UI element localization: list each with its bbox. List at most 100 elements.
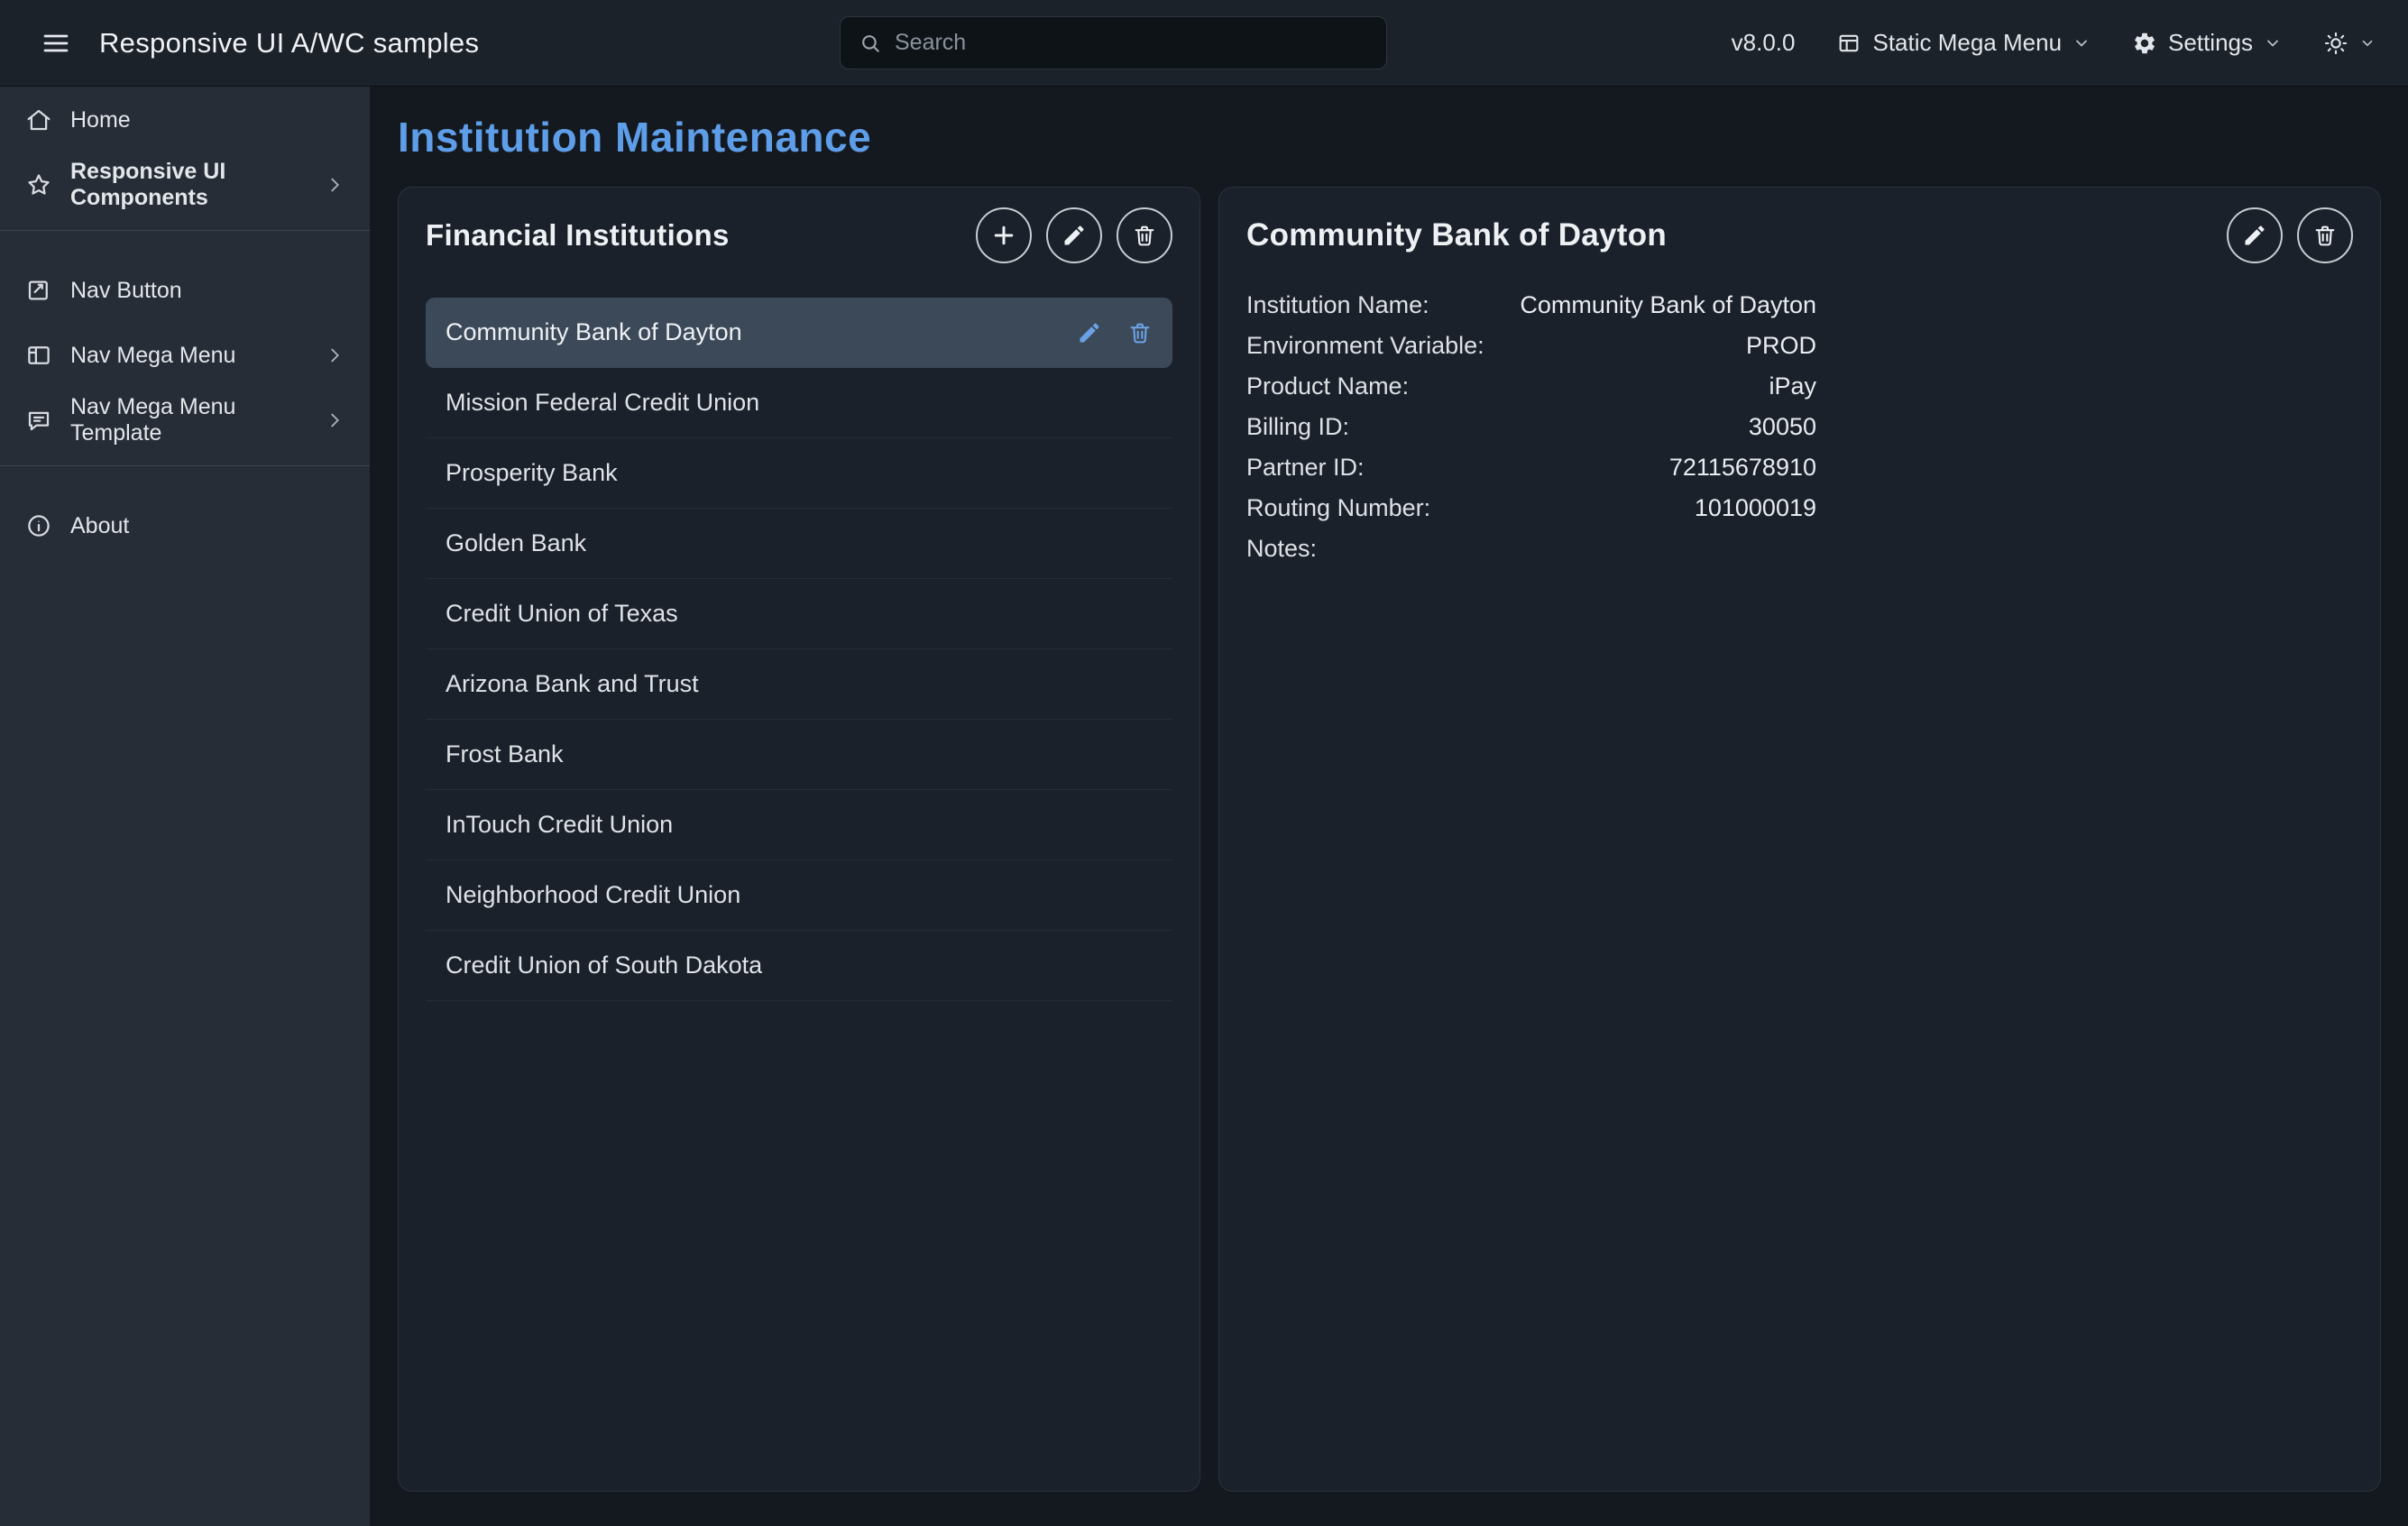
field-label: Partner ID: bbox=[1246, 447, 1484, 488]
sidebar-item-label: Nav Mega Menu bbox=[70, 343, 235, 369]
sidebar-item-label: Nav Mega Menu Template bbox=[70, 394, 307, 446]
search-box[interactable] bbox=[840, 16, 1387, 69]
institution-name: Credit Union of Texas bbox=[446, 600, 678, 628]
delete-row-button[interactable] bbox=[1127, 320, 1153, 345]
delete-detail-button[interactable] bbox=[2297, 207, 2353, 263]
main-content: Institution Maintenance Financial Instit… bbox=[370, 86, 2408, 1526]
card-header: Community Bank of Dayton bbox=[1246, 207, 2353, 263]
chevron-down-icon bbox=[2264, 34, 2282, 52]
list-item[interactable]: Community Bank of Dayton bbox=[426, 298, 1172, 368]
chevron-right-icon bbox=[325, 410, 345, 430]
version-label: v8.0.0 bbox=[1732, 29, 1796, 57]
chevron-down-icon bbox=[2359, 35, 2376, 51]
institution-list: Community Bank of Dayton bbox=[426, 298, 1172, 1001]
institution-name: Mission Federal Credit Union bbox=[446, 389, 759, 417]
field-label: Institution Name: bbox=[1246, 285, 1484, 326]
edit-row-button[interactable] bbox=[1077, 320, 1102, 345]
sidebar: Home Responsive UI Components Nav Button… bbox=[0, 86, 370, 1526]
trash-icon bbox=[1132, 223, 1157, 248]
list-item[interactable]: Credit Union of Texas bbox=[426, 579, 1172, 649]
nav-button-icon bbox=[25, 277, 52, 304]
list-item[interactable]: Prosperity Bank bbox=[426, 438, 1172, 509]
pencil-icon bbox=[1077, 320, 1102, 345]
sun-icon bbox=[2323, 31, 2348, 56]
field-value bbox=[1506, 529, 1816, 569]
detail-fields: Institution Name: Community Bank of Dayt… bbox=[1246, 285, 1816, 569]
sidebar-item-label: Nav Button bbox=[70, 278, 182, 304]
pencil-icon bbox=[2242, 223, 2267, 248]
field-label: Product Name: bbox=[1246, 366, 1484, 407]
sidebar-divider bbox=[0, 465, 370, 466]
financial-institutions-card: Financial Institutions bbox=[398, 187, 1200, 1492]
list-item[interactable]: InTouch Credit Union bbox=[426, 790, 1172, 860]
app-title: Responsive UI A/WC samples bbox=[99, 27, 479, 60]
field-value: iPay bbox=[1506, 366, 1816, 407]
sidebar-divider bbox=[0, 230, 370, 231]
hamburger-menu-button[interactable] bbox=[32, 20, 79, 67]
pencil-icon bbox=[1062, 223, 1087, 248]
institution-name: Prosperity Bank bbox=[446, 459, 618, 487]
field-label: Environment Variable: bbox=[1246, 326, 1484, 366]
sidebar-item-label: Responsive UI Components bbox=[70, 159, 307, 211]
nav-mega-menu-template-icon bbox=[25, 407, 52, 434]
topbar-right: v8.0.0 Static Mega Menu Settings bbox=[1732, 29, 2376, 57]
list-item[interactable]: Frost Bank bbox=[426, 720, 1172, 790]
star-icon bbox=[25, 171, 52, 198]
institution-name: Neighborhood Credit Union bbox=[446, 881, 740, 909]
institution-name: Frost Bank bbox=[446, 740, 564, 768]
sidebar-item-nav-button[interactable]: Nav Button bbox=[0, 258, 370, 323]
home-icon bbox=[25, 106, 52, 133]
topbar: Responsive UI A/WC samples v8.0.0 Static… bbox=[0, 0, 2408, 86]
row-actions bbox=[1077, 320, 1153, 345]
chevron-right-icon bbox=[325, 175, 345, 195]
institution-name: InTouch Credit Union bbox=[446, 811, 673, 839]
trash-icon bbox=[1127, 320, 1153, 345]
field-value: 101000019 bbox=[1506, 488, 1816, 529]
mega-menu-dropdown[interactable]: Static Mega Menu bbox=[1836, 29, 2091, 57]
institution-name: Credit Union of South Dakota bbox=[446, 951, 762, 979]
search-icon bbox=[859, 32, 882, 55]
sidebar-item-label: Home bbox=[70, 107, 131, 133]
edit-detail-button[interactable] bbox=[2227, 207, 2283, 263]
institution-detail-card: Community Bank of Dayton Institut bbox=[1218, 187, 2381, 1492]
cards-row: Financial Institutions bbox=[398, 187, 2381, 1492]
list-item[interactable]: Arizona Bank and Trust bbox=[426, 649, 1172, 720]
hamburger-icon bbox=[41, 29, 70, 58]
field-value: 30050 bbox=[1506, 407, 1816, 447]
chevron-down-icon bbox=[2073, 34, 2091, 52]
field-value: Community Bank of Dayton bbox=[1506, 285, 1816, 326]
search-input[interactable] bbox=[895, 30, 1368, 56]
add-institution-button[interactable] bbox=[976, 207, 1032, 263]
field-value: PROD bbox=[1506, 326, 1816, 366]
list-item[interactable]: Neighborhood Credit Union bbox=[426, 860, 1172, 931]
detail-title: Community Bank of Dayton bbox=[1246, 217, 1667, 253]
institution-name: Community Bank of Dayton bbox=[446, 318, 742, 346]
edit-institution-button[interactable] bbox=[1046, 207, 1102, 263]
sidebar-item-about[interactable]: About bbox=[0, 493, 370, 558]
sidebar-item-nav-mega-menu[interactable]: Nav Mega Menu bbox=[0, 323, 370, 388]
page-title: Institution Maintenance bbox=[398, 113, 2381, 161]
plus-icon bbox=[990, 222, 1017, 249]
settings-dropdown[interactable]: Settings bbox=[2132, 29, 2282, 57]
mega-menu-label: Static Mega Menu bbox=[1872, 29, 2062, 57]
trash-icon bbox=[2312, 223, 2338, 248]
sidebar-item-responsive-ui-components[interactable]: Responsive UI Components bbox=[0, 152, 370, 217]
list-item[interactable]: Credit Union of South Dakota bbox=[426, 931, 1172, 1001]
theme-toggle[interactable] bbox=[2323, 31, 2376, 56]
info-icon bbox=[25, 512, 52, 539]
field-label: Notes: bbox=[1246, 529, 1484, 569]
card-header: Financial Institutions bbox=[426, 207, 1172, 263]
institution-name: Arizona Bank and Trust bbox=[446, 670, 699, 698]
settings-label: Settings bbox=[2168, 29, 2253, 57]
chevron-right-icon bbox=[325, 345, 345, 365]
sidebar-item-home[interactable]: Home bbox=[0, 87, 370, 152]
nav-mega-menu-icon bbox=[25, 342, 52, 369]
field-label: Billing ID: bbox=[1246, 407, 1484, 447]
card-actions bbox=[976, 207, 1172, 263]
list-item[interactable]: Mission Federal Credit Union bbox=[426, 368, 1172, 438]
card-title: Financial Institutions bbox=[426, 218, 730, 253]
delete-institution-button[interactable] bbox=[1117, 207, 1172, 263]
list-item[interactable]: Golden Bank bbox=[426, 509, 1172, 579]
sidebar-item-nav-mega-menu-template[interactable]: Nav Mega Menu Template bbox=[0, 388, 370, 453]
field-value: 72115678910 bbox=[1506, 447, 1816, 488]
